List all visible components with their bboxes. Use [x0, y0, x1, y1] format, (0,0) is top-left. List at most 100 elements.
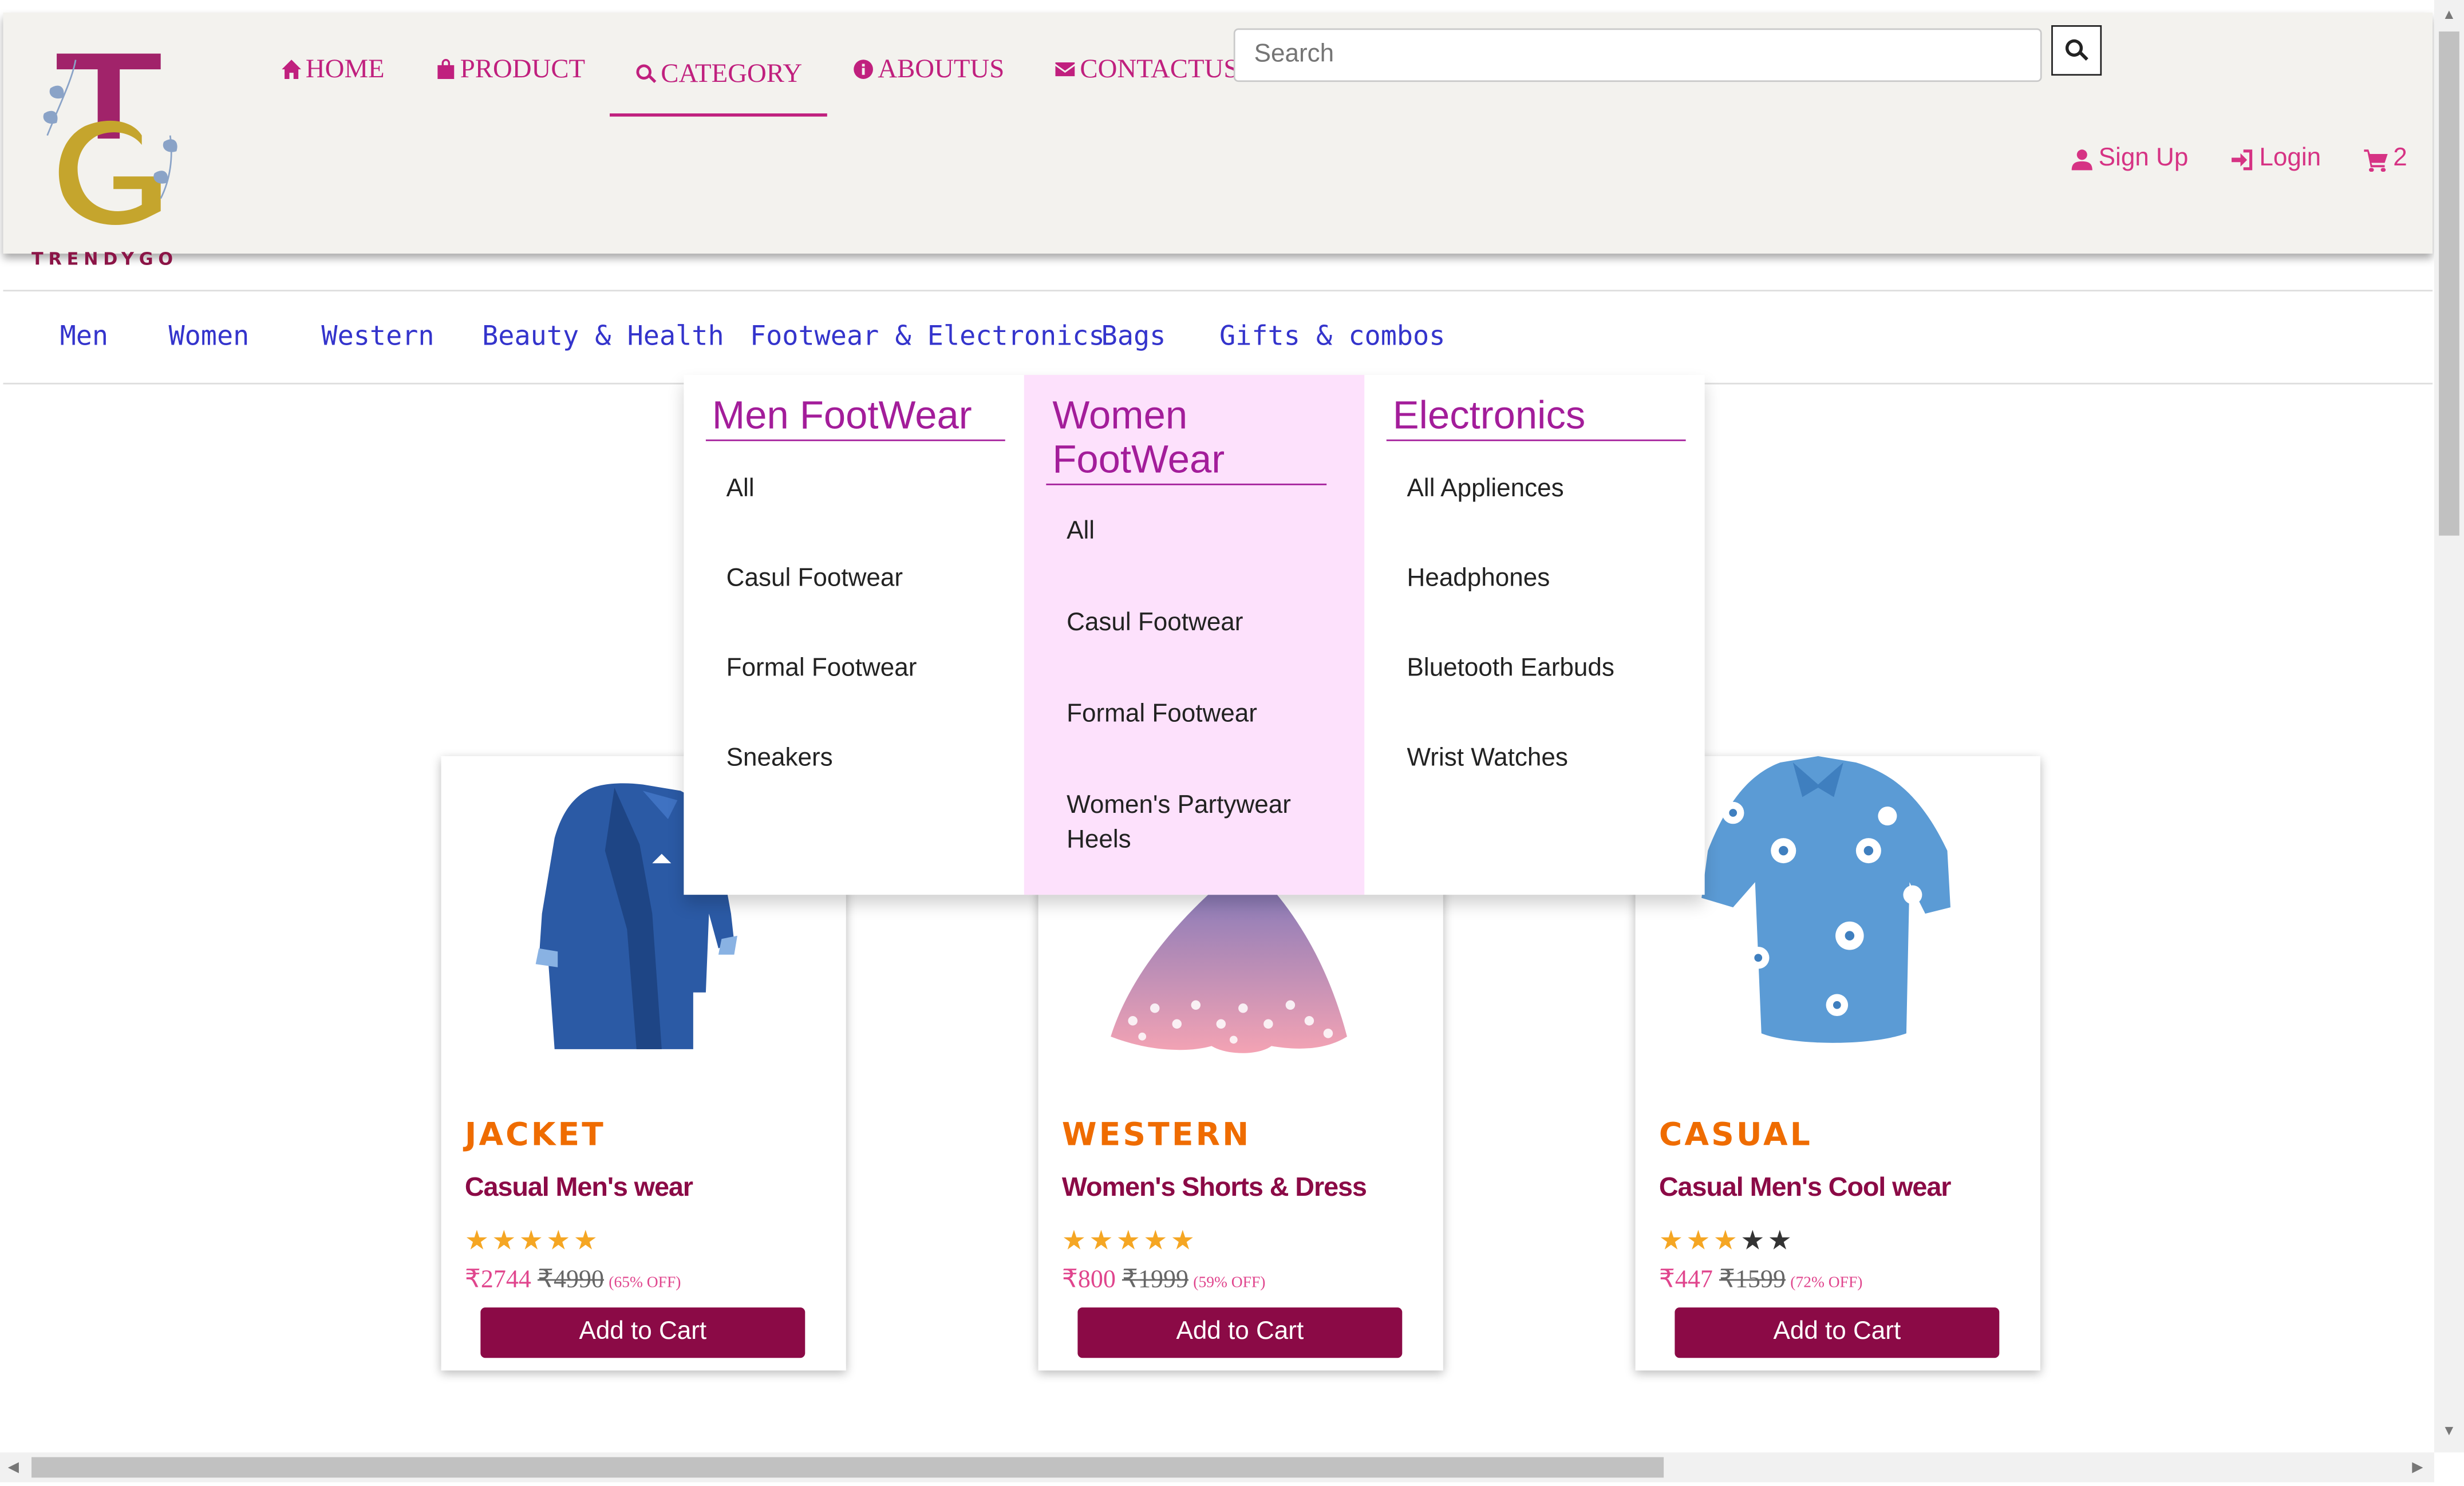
dropdown-column-women-footwear: Women FootWear All Casul Footwear Formal…: [1024, 374, 1365, 895]
rating-stars: ★★★★★: [1062, 1226, 1198, 1257]
nav-product[interactable]: PRODUCT: [410, 35, 610, 104]
category-western[interactable]: Western: [321, 291, 434, 383]
dropdown-item[interactable]: Wrist Watches: [1407, 742, 1705, 777]
horizontal-scrollbar[interactable]: ◀ ▶: [0, 1452, 2434, 1483]
vertical-scroll-thumb[interactable]: [2439, 31, 2459, 536]
horizontal-scroll-thumb[interactable]: [31, 1457, 1664, 1478]
current-price: ₹447: [1659, 1266, 1713, 1294]
star-icon: ★: [1089, 1226, 1116, 1256]
sign-in-icon: [2232, 148, 2253, 170]
old-price: ₹1999: [1122, 1266, 1189, 1294]
dropdown-item[interactable]: Sneakers: [726, 742, 1024, 777]
product-title[interactable]: Women's Shorts & Dress: [1062, 1172, 1367, 1203]
user-icon: [2071, 148, 2092, 170]
star-icon: ★: [492, 1226, 519, 1256]
star-icon: ★: [1767, 1226, 1795, 1256]
product-title[interactable]: Casual Men's Cool wear: [1659, 1172, 1952, 1203]
star-icon: ★: [1061, 1226, 1089, 1256]
nav-category[interactable]: CATEGORY: [610, 35, 828, 117]
product-category: CASUAL: [1659, 1115, 1813, 1153]
login-link[interactable]: Login: [2229, 145, 2321, 173]
star-icon: ★: [1116, 1226, 1144, 1256]
nav-category-label: CATEGORY: [661, 58, 803, 89]
cart-icon: [2364, 148, 2388, 171]
brand-name: TRENDYGO: [31, 248, 178, 270]
dropdown-item[interactable]: Formal Footwear: [726, 652, 1024, 687]
rating-stars: ★★★★★: [1659, 1226, 1795, 1257]
add-to-cart-button[interactable]: Add to Cart: [480, 1307, 805, 1358]
star-icon: ★: [1686, 1226, 1713, 1256]
star-icon: ★: [1713, 1226, 1741, 1256]
category-men[interactable]: Men: [60, 291, 109, 383]
product-title[interactable]: Casual Men's wear: [465, 1172, 693, 1203]
old-price: ₹4990: [537, 1266, 605, 1294]
category-dropdown: Men FootWear All Casul Footwear Formal F…: [684, 374, 1705, 895]
dropdown-item[interactable]: Bluetooth Earbuds: [1407, 652, 1705, 687]
envelope-icon: [1056, 62, 1076, 77]
nav-product-label: PRODUCT: [460, 53, 586, 84]
login-label: Login: [2259, 145, 2321, 172]
dropdown-heading: Women FootWear: [1046, 394, 1327, 485]
star-icon: ★: [1659, 1226, 1687, 1256]
info-icon: [854, 60, 874, 79]
nav-contactus-label: CONTACTUS: [1080, 53, 1239, 84]
category-bar: Men Women Western Beauty & Health Footwe…: [3, 290, 2433, 385]
category-women[interactable]: Women: [168, 291, 249, 383]
current-price: ₹2744: [464, 1266, 531, 1294]
vertical-scrollbar[interactable]: ▲ ▼: [2434, 0, 2464, 1453]
discount: (59% OFF): [1193, 1274, 1266, 1292]
logo-monogram-icon: [43, 53, 177, 226]
dropdown-item[interactable]: All: [1067, 515, 1364, 550]
dropdown-heading: Men FootWear: [705, 394, 1005, 441]
search-input[interactable]: [1233, 28, 2042, 82]
category-gifts-combos[interactable]: Gifts & combos: [1219, 291, 1445, 383]
scroll-up-icon[interactable]: ▲: [2442, 6, 2457, 22]
dropdown-item[interactable]: All: [726, 473, 1024, 508]
dropdown-item[interactable]: Casul Footwear: [726, 562, 1024, 597]
price-row: ₹447 ₹1599 (72% OFF): [1659, 1263, 1863, 1295]
dropdown-item[interactable]: All Appliences: [1407, 473, 1705, 508]
product-category: JACKET: [464, 1115, 606, 1153]
current-price: ₹800: [1061, 1266, 1116, 1294]
search-icon: [2065, 39, 2088, 61]
scroll-right-icon[interactable]: ▶: [2412, 1459, 2423, 1476]
nav-aboutus[interactable]: ABOUTUS: [827, 35, 1029, 104]
old-price: ₹1599: [1719, 1266, 1786, 1294]
dropdown-item[interactable]: Casul Footwear: [1067, 607, 1364, 642]
nav-home[interactable]: HOME: [255, 35, 410, 104]
category-footwear-electronics[interactable]: Footwear & Electronics: [750, 291, 1105, 383]
dropdown-item[interactable]: Women's Partywear Heels: [1067, 789, 1303, 859]
scroll-left-icon[interactable]: ◀: [8, 1459, 19, 1476]
rating-stars: ★★★★★: [465, 1226, 601, 1257]
dropdown-item[interactable]: Headphones: [1407, 562, 1705, 597]
category-beauty-health[interactable]: Beauty & Health: [482, 291, 724, 383]
product-category: WESTERN: [1061, 1115, 1251, 1153]
page-root: TRENDYGO HOME PRODUCT CATEGORY ABOUTUS C…: [0, 0, 2464, 1483]
dropdown-item[interactable]: Formal Footwear: [1067, 698, 1364, 733]
price-row: ₹800 ₹1999 (59% OFF): [1062, 1263, 1266, 1295]
star-icon: ★: [519, 1226, 547, 1256]
price-row: ₹2744 ₹4990 (65% OFF): [465, 1263, 681, 1295]
search-icon: [637, 64, 657, 83]
star-icon: ★: [1170, 1226, 1198, 1256]
scroll-down-icon[interactable]: ▼: [2442, 1422, 2457, 1438]
discount: (72% OFF): [1790, 1274, 1863, 1292]
add-to-cart-button[interactable]: Add to Cart: [1675, 1307, 2000, 1358]
signup-link[interactable]: Sign Up: [2070, 145, 2188, 173]
nav-aboutus-label: ABOUTUS: [878, 53, 1005, 84]
star-icon: ★: [1740, 1226, 1768, 1256]
search-button[interactable]: [2051, 25, 2102, 76]
brand-logo[interactable]: TRENDYGO: [29, 41, 205, 270]
home-icon: [282, 60, 301, 79]
add-to-cart-button[interactable]: Add to Cart: [1077, 1307, 1403, 1358]
main-nav: HOME PRODUCT CATEGORY ABOUTUS CONTACTUS: [255, 35, 1264, 117]
cart-link[interactable]: 2: [2363, 145, 2407, 173]
cart-count: 2: [2393, 145, 2407, 172]
discount: (65% OFF): [609, 1274, 681, 1292]
nav-home-label: HOME: [305, 53, 385, 84]
nav-contactus[interactable]: CONTACTUS: [1029, 35, 1263, 104]
shopping-bag-icon: [437, 59, 455, 79]
star-icon: ★: [1143, 1226, 1171, 1256]
star-icon: ★: [546, 1226, 574, 1256]
category-bags[interactable]: Bags: [1101, 291, 1166, 383]
